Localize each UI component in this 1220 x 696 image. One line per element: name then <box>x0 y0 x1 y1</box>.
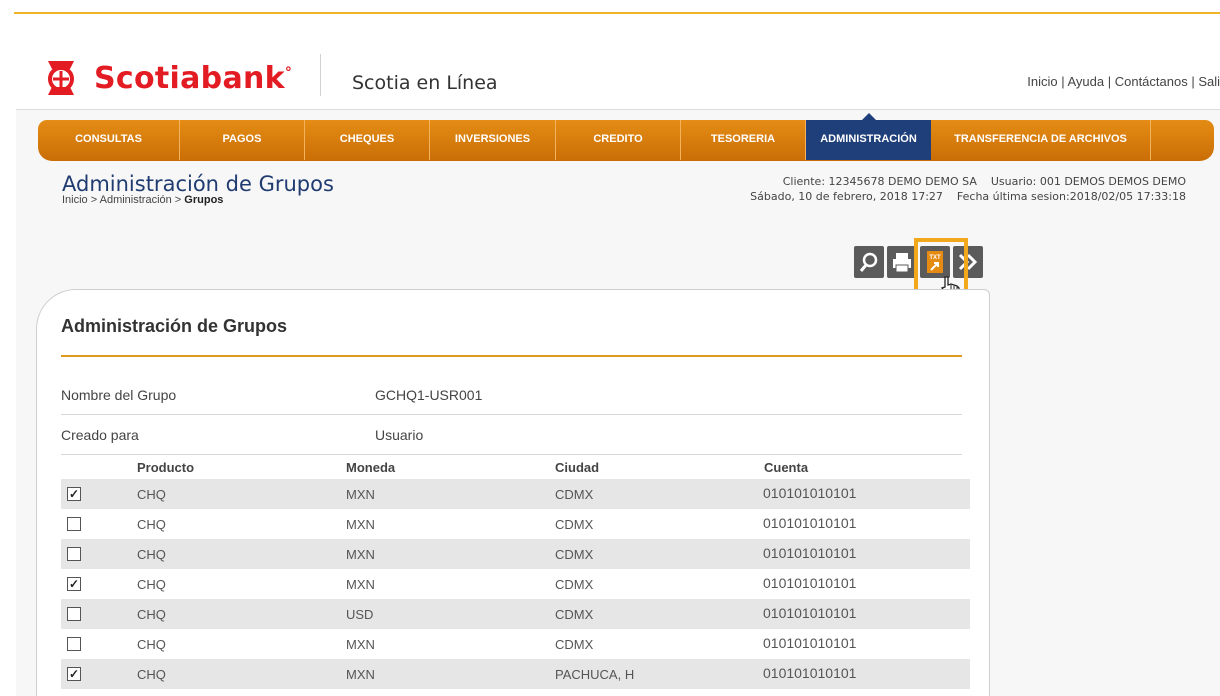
card-title-rule <box>61 355 962 357</box>
client-user-line: Cliente: 12345678 DEMO DEMO SA Usuario: … <box>782 175 1186 188</box>
column-header-cuenta: Cuenta <box>764 460 809 475</box>
page-title: Administración de Grupos <box>62 172 334 196</box>
nav-item-inversiones[interactable]: INVERSIONES <box>430 120 556 160</box>
column-header-ciudad: Ciudad <box>555 460 600 475</box>
nav-item-credito[interactable]: CREDITO <box>556 120 681 160</box>
row-checkbox[interactable] <box>67 517 81 531</box>
table-row: ✓ CHQ MXN CDMX 010101010101 <box>61 569 970 599</box>
cell-moneda: MXN <box>346 517 375 532</box>
cell-ciudad: CDMX <box>555 637 594 652</box>
column-header-moneda: Moneda <box>346 460 396 475</box>
row-checkbox[interactable]: ✓ <box>67 487 81 501</box>
cell-cuenta: 010101010101 <box>763 575 857 591</box>
cell-ciudad: CDMX <box>555 517 594 532</box>
nav-item-tesoreria[interactable]: TESORERIA <box>681 120 806 160</box>
table-row: ✓ CHQ MXN CDMX 010101010101 <box>61 479 970 509</box>
cell-cuenta: 010101010101 <box>763 605 857 621</box>
nav-item-transferencia-de-archivos[interactable]: TRANSFERENCIA DE ARCHIVOS <box>931 120 1151 160</box>
top-links[interactable]: Inicio | Ayuda | Contáctanos | Sali <box>1027 74 1220 89</box>
cell-producto: CHQ <box>137 607 166 622</box>
cell-producto: CHQ <box>137 667 166 682</box>
cell-cuenta: 010101010101 <box>763 635 857 651</box>
field-label: Creado para <box>61 427 139 443</box>
cell-ciudad: CDMX <box>555 487 594 502</box>
cell-moneda: MXN <box>346 547 375 562</box>
field-created-for: Creado para Usuario <box>61 415 962 455</box>
header-divider <box>320 54 321 96</box>
cell-cuenta: 010101010101 <box>763 665 857 681</box>
row-checkbox[interactable] <box>67 637 81 651</box>
row-checkbox[interactable]: ✓ <box>67 667 81 681</box>
print-icon <box>893 253 911 273</box>
row-checkbox[interactable] <box>67 547 81 561</box>
cell-cuenta: 010101010101 <box>763 515 857 531</box>
row-checkbox[interactable] <box>67 607 81 621</box>
active-nav-caret <box>861 113 876 120</box>
print-button[interactable] <box>887 246 917 278</box>
cell-cuenta: 010101010101 <box>763 485 857 501</box>
scotiabank-s-logo-icon <box>48 61 74 95</box>
card-title: Administración de Grupos <box>61 316 288 336</box>
cell-cuenta: 010101010101 <box>763 545 857 561</box>
cell-moneda: MXN <box>346 487 375 502</box>
nav-item-label: ADMINISTRACIÓN <box>820 133 917 145</box>
cell-ciudad: CDMX <box>555 577 594 592</box>
brand-name: Scotiabank° <box>94 60 293 96</box>
scotiabank-logo[interactable]: Scotiabank° <box>40 57 292 99</box>
table-row: CHQ MXN CDMX 010101010101 <box>61 509 970 539</box>
field-group-name: Nombre del Grupo GCHQ1-USR001 <box>61 375 962 415</box>
field-label: Nombre del Grupo <box>61 387 177 403</box>
nav-item-cheques[interactable]: CHEQUES <box>305 120 430 160</box>
search-button[interactable] <box>854 246 884 278</box>
column-header-producto: Producto <box>137 460 195 475</box>
cell-producto: CHQ <box>137 517 166 532</box>
cell-producto: CHQ <box>137 637 166 652</box>
date-last-session-line: Sábado, 10 de febrero, 2018 17:27 Fecha … <box>750 190 1186 203</box>
nav-item-pagos[interactable]: PAGOS <box>180 120 305 160</box>
breadcrumb: Inicio > Administración > Grupos <box>62 194 223 206</box>
header: Scotiabank° Scotia en Línea Inicio | Ayu… <box>16 52 1220 110</box>
product-name: Scotia en Línea <box>352 72 498 94</box>
nav-item-consultas[interactable]: CONSULTAS <box>38 120 180 160</box>
table-row: ✓ CHQ MXN PACHUCA, H 010101010101 <box>61 659 970 689</box>
cell-ciudad: PACHUCA, H <box>555 667 635 682</box>
group-admin-card: Administración de Grupos Nombre del Grup… <box>36 289 990 696</box>
breadcrumb-path[interactable]: Inicio > Administración > <box>62 194 184 206</box>
session-info: Cliente: 12345678 DEMO DEMO SA Usuario: … <box>750 174 1186 204</box>
breadcrumb-current: Grupos <box>184 194 224 206</box>
cell-ciudad: CDMX <box>555 607 594 622</box>
page: Scotiabank° Scotia en Línea Inicio | Ayu… <box>16 52 1220 696</box>
nav-item-administración[interactable]: ADMINISTRACIÓN <box>806 113 931 160</box>
top-accent-rule <box>14 12 1220 14</box>
cell-moneda: USD <box>346 607 374 622</box>
field-value: Usuario <box>375 427 424 443</box>
cell-moneda: MXN <box>346 667 375 682</box>
cell-moneda: MXN <box>346 637 375 652</box>
search-icon <box>859 252 878 272</box>
table-row: CHQ MXN CDMX 010101010101 <box>61 539 970 569</box>
main-nav: CONSULTAS PAGOS CHEQUES INVERSIONES CREDITO T… <box>38 113 1214 161</box>
cell-producto: CHQ <box>137 547 166 562</box>
table-row: CHQ USD CDMX 010101010101 <box>61 599 970 629</box>
registered-mark: ° <box>284 64 293 81</box>
cell-producto: CHQ <box>137 487 166 502</box>
table-row: CHQ MXN CDMX 010101010101 <box>61 629 970 659</box>
cell-ciudad: CDMX <box>555 547 594 562</box>
cell-producto: CHQ <box>137 577 166 592</box>
row-checkbox[interactable]: ✓ <box>67 577 81 591</box>
field-value: GCHQ1-USR001 <box>375 387 483 403</box>
cell-moneda: MXN <box>346 577 375 592</box>
table-header: Producto Moneda Ciudad Cuenta <box>61 458 970 478</box>
account-table: ✓ CHQ MXN CDMX 010101010101 CHQ MXN CDMX 0101010… <box>61 479 970 689</box>
